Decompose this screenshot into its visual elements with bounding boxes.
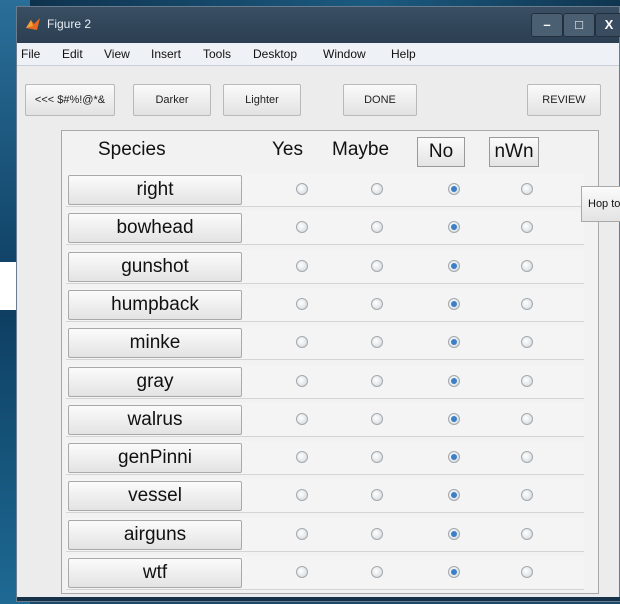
species-row: airguns bbox=[66, 517, 584, 552]
header-yes: Yes bbox=[272, 139, 303, 160]
species-button[interactable]: airguns bbox=[68, 519, 242, 550]
radio-nwn[interactable] bbox=[521, 183, 533, 195]
radio-yes[interactable] bbox=[296, 527, 308, 540]
radio-nwn[interactable] bbox=[521, 221, 533, 234]
species-button[interactable]: right bbox=[68, 175, 242, 205]
radio-nwn[interactable] bbox=[521, 566, 533, 578]
header-species: Species bbox=[98, 139, 166, 160]
menu-edit[interactable]: Edit bbox=[62, 47, 83, 61]
menu-tools[interactable]: Tools bbox=[203, 47, 231, 61]
radio-no[interactable] bbox=[448, 297, 460, 310]
radio-nwn[interactable] bbox=[521, 451, 533, 464]
radio-nwn[interactable] bbox=[521, 489, 533, 502]
menu-insert[interactable]: Insert bbox=[151, 47, 181, 61]
radio-no[interactable] bbox=[448, 566, 460, 578]
species-button[interactable]: minke bbox=[68, 328, 242, 359]
radio-yes[interactable] bbox=[296, 412, 308, 425]
species-button[interactable]: humpback bbox=[68, 289, 242, 320]
hop-to-button[interactable]: Hop to bbox=[581, 186, 620, 222]
radio-yes[interactable] bbox=[296, 183, 308, 195]
grid-header: Species Yes Maybe No nWn bbox=[62, 131, 598, 171]
nwn-column-button[interactable]: nWn bbox=[489, 137, 539, 167]
radio-nwn[interactable] bbox=[521, 259, 533, 272]
species-grid: Species Yes Maybe No nWn right bowhead gun… bbox=[61, 130, 599, 594]
radio-no[interactable] bbox=[448, 183, 460, 195]
menu-file[interactable]: File bbox=[21, 47, 40, 61]
minimize-button[interactable]: – bbox=[531, 13, 563, 37]
radio-yes[interactable] bbox=[296, 374, 308, 387]
radio-nwn[interactable] bbox=[521, 297, 533, 310]
window-bottom-edge bbox=[17, 597, 620, 601]
species-row: vessel bbox=[66, 479, 584, 514]
radio-maybe[interactable] bbox=[371, 221, 383, 234]
radio-no[interactable] bbox=[448, 451, 460, 464]
radio-no[interactable] bbox=[448, 489, 460, 502]
radio-maybe[interactable] bbox=[371, 259, 383, 272]
radio-maybe[interactable] bbox=[371, 527, 383, 540]
radio-no[interactable] bbox=[448, 412, 460, 425]
species-row: walrus bbox=[66, 402, 584, 437]
species-row: gunshot bbox=[66, 249, 584, 284]
menu-desktop[interactable]: Desktop bbox=[253, 47, 297, 61]
radio-no[interactable] bbox=[448, 259, 460, 272]
radio-no[interactable] bbox=[448, 374, 460, 387]
radio-nwn[interactable] bbox=[521, 336, 533, 349]
species-row: gray bbox=[66, 364, 584, 399]
radio-nwn[interactable] bbox=[521, 374, 533, 387]
radio-yes[interactable] bbox=[296, 259, 308, 272]
figure-window: Figure 2 – □ X File Edit View Insert Too… bbox=[16, 6, 620, 602]
radio-maybe[interactable] bbox=[371, 336, 383, 349]
radio-maybe[interactable] bbox=[371, 489, 383, 502]
menu-view[interactable]: View bbox=[104, 47, 130, 61]
species-button[interactable]: wtf bbox=[68, 558, 242, 588]
species-button[interactable]: vessel bbox=[68, 481, 242, 512]
species-button[interactable]: genPinni bbox=[68, 443, 242, 474]
title-bar[interactable]: Figure 2 – □ X bbox=[17, 7, 620, 43]
radio-yes[interactable] bbox=[296, 221, 308, 234]
radio-maybe[interactable] bbox=[371, 183, 383, 195]
species-button[interactable]: bowhead bbox=[68, 213, 242, 244]
radio-maybe[interactable] bbox=[371, 566, 383, 578]
species-button[interactable]: walrus bbox=[68, 404, 242, 435]
radio-no[interactable] bbox=[448, 527, 460, 540]
toolbar: <<< $#%!@*& Darker Lighter DONE REVIEW bbox=[17, 66, 619, 124]
radio-nwn[interactable] bbox=[521, 412, 533, 425]
species-row: genPinni bbox=[66, 441, 584, 476]
species-panel: Species Yes Maybe No nWn right bowhead gun… bbox=[17, 124, 620, 601]
review-button[interactable]: REVIEW bbox=[527, 84, 601, 116]
done-button[interactable]: DONE bbox=[343, 84, 417, 116]
species-row: wtf bbox=[66, 556, 584, 590]
species-row: bowhead bbox=[66, 211, 584, 246]
menu-bar: File Edit View Insert Tools Desktop Wind… bbox=[17, 43, 619, 66]
darker-button[interactable]: Darker bbox=[133, 84, 211, 116]
radio-yes[interactable] bbox=[296, 566, 308, 578]
radio-yes[interactable] bbox=[296, 336, 308, 349]
species-button[interactable]: gunshot bbox=[68, 251, 242, 282]
no-column-button[interactable]: No bbox=[417, 137, 465, 167]
maximize-button[interactable]: □ bbox=[563, 13, 595, 37]
menu-help[interactable]: Help bbox=[391, 47, 416, 61]
radio-no[interactable] bbox=[448, 221, 460, 234]
lighter-button[interactable]: Lighter bbox=[223, 84, 301, 116]
species-row: right bbox=[66, 173, 584, 207]
menu-window[interactable]: Window bbox=[323, 47, 366, 61]
window-title: Figure 2 bbox=[47, 17, 92, 31]
matlab-icon bbox=[26, 18, 40, 30]
radio-no[interactable] bbox=[448, 336, 460, 349]
radio-yes[interactable] bbox=[296, 451, 308, 464]
radio-maybe[interactable] bbox=[371, 412, 383, 425]
close-button[interactable]: X bbox=[595, 13, 620, 37]
species-row: humpback bbox=[66, 287, 584, 322]
species-row: minke bbox=[66, 326, 584, 361]
back-button[interactable]: <<< $#%!@*& bbox=[25, 84, 115, 116]
radio-yes[interactable] bbox=[296, 297, 308, 310]
radio-nwn[interactable] bbox=[521, 527, 533, 540]
radio-maybe[interactable] bbox=[371, 451, 383, 464]
radio-maybe[interactable] bbox=[371, 297, 383, 310]
header-maybe: Maybe bbox=[332, 139, 390, 160]
species-button[interactable]: gray bbox=[68, 366, 242, 397]
radio-maybe[interactable] bbox=[371, 374, 383, 387]
radio-yes[interactable] bbox=[296, 489, 308, 502]
